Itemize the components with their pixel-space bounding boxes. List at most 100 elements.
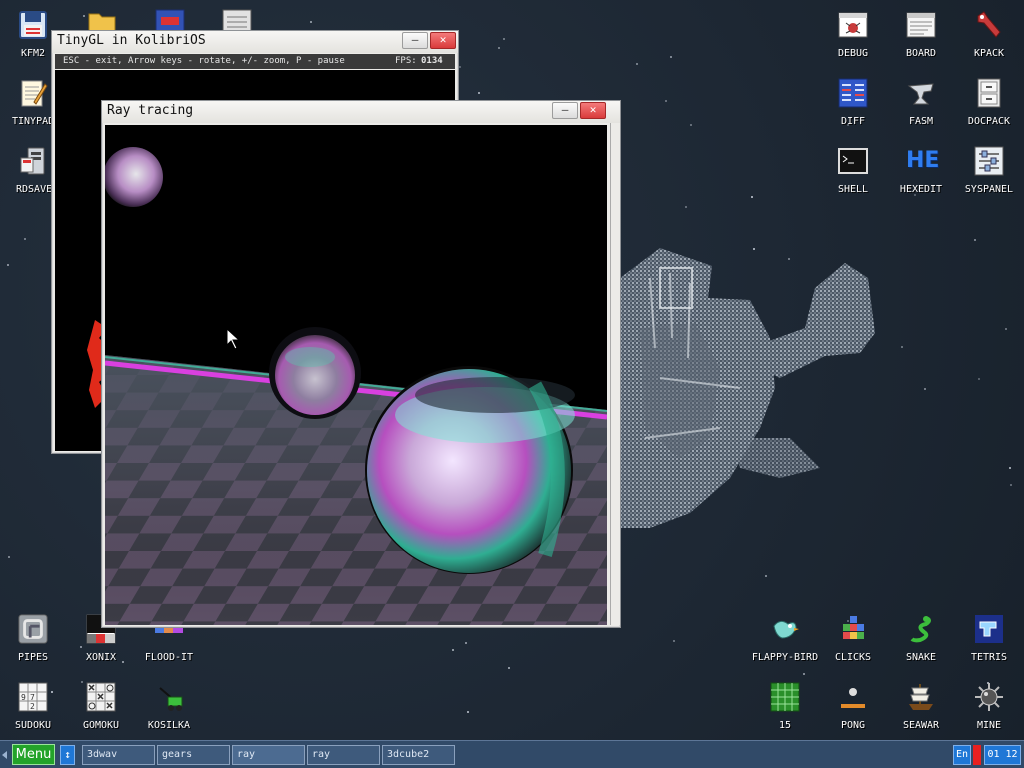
star [508, 667, 510, 669]
desktop-icon-kpack[interactable]: KPACK [957, 2, 1021, 68]
board-icon [906, 12, 936, 38]
fps-label: FPS: [395, 56, 417, 66]
rdsave-icon [20, 147, 45, 175]
mine-icon [975, 683, 1003, 711]
desktop-icon-seawar[interactable]: SEAWAR [889, 674, 953, 740]
fifteen-puzzle-icon [770, 682, 800, 712]
desktop-icon-snake[interactable]: SNAKE [889, 606, 953, 672]
star [465, 642, 467, 644]
tetris-icon [975, 615, 1003, 643]
desktop-icon-flappy-bird[interactable]: FLAPPY-BIRD [752, 606, 818, 672]
star [974, 239, 976, 241]
pipes-icon [18, 614, 48, 644]
star [478, 92, 480, 94]
star [1010, 484, 1012, 486]
star [1009, 467, 1011, 469]
desktop-icon-mine[interactable]: MINE [957, 674, 1021, 740]
taskbar-left-arrow-icon[interactable] [2, 751, 7, 759]
desktop-icon-label: DOCPACK [967, 116, 1011, 127]
desktop-icon-kosilka[interactable]: KOSILKA [137, 674, 201, 740]
task-button-gears[interactable]: gears [157, 745, 230, 765]
star [310, 21, 312, 23]
star [690, 124, 692, 126]
star [670, 56, 672, 58]
desktop-icon-diff[interactable]: DIFF [821, 70, 885, 136]
desktop-icon-syspanel[interactable]: SYSPANEL [957, 138, 1021, 204]
star [503, 38, 505, 40]
desktop-icon-label: KPACK [973, 48, 1005, 59]
taskbar: Menu ↕ 3dwav gears ray ray 3dcube2 En 01… [0, 740, 1024, 768]
desktop-icon-label: SYSPANEL [964, 184, 1014, 195]
pong-icon [841, 688, 865, 708]
shell-terminal-icon [838, 148, 868, 174]
star [7, 264, 9, 266]
star [901, 346, 903, 348]
desktop-icon-pipes[interactable]: PIPES [1, 606, 65, 672]
kpack-wrench-icon [977, 11, 1001, 38]
desktop-icon-clicks[interactable]: CLICKS [821, 606, 885, 672]
window-title: Ray tracing [107, 103, 194, 118]
star [924, 388, 926, 390]
hexedit-icon: HE [906, 148, 940, 173]
star [467, 711, 469, 713]
minimize-button[interactable]: — [552, 102, 578, 119]
desktop-icon-sudoku[interactable]: 972 SUDOKU [1, 674, 65, 740]
sudoku-digit: 9 [21, 693, 26, 702]
fasm-anvil-icon [907, 83, 934, 105]
clock[interactable]: 01 12 [984, 745, 1021, 765]
window-title: TinyGL in KolibriOS [57, 33, 206, 48]
task-button-ray-2[interactable]: ray [307, 745, 380, 765]
star [636, 63, 638, 65]
debug-icon [838, 12, 868, 38]
desktop-icon-docpack[interactable]: DOCPACK [957, 70, 1021, 136]
desktop-icon-tetris[interactable]: TETRIS [957, 606, 1021, 672]
language-indicator[interactable]: En [953, 745, 971, 765]
tinygl-statusbar: ESC - exit, Arrow keys - rotate, +/- zoo… [55, 54, 455, 69]
updown-arrows-icon: ↕ [64, 748, 71, 761]
sudoku-digit: 7 [30, 693, 35, 702]
desktop-icon-pong[interactable]: PONG [821, 674, 885, 740]
ray-canvas[interactable] [105, 125, 607, 625]
kfm2-floppy-icon [19, 11, 47, 39]
close-button[interactable]: ✕ [430, 32, 456, 49]
syspanel-sliders-icon [974, 146, 1004, 176]
switch-windows-button[interactable]: ↕ [60, 745, 75, 765]
sudoku-icon: 9 72 [18, 682, 48, 712]
star [498, 47, 500, 49]
flappy-bird-icon [773, 620, 799, 639]
task-button-3dcube2[interactable]: 3dcube2 [382, 745, 455, 765]
tinygl-titlebar[interactable]: TinyGL in KolibriOS — ✕ [52, 31, 458, 53]
star [673, 640, 675, 642]
task-button-ray[interactable]: ray [232, 745, 305, 765]
task-button-3dwav[interactable]: 3dwav [82, 745, 155, 765]
fps-value: 0134 [421, 56, 443, 66]
desktop-icon-hexedit[interactable]: HE HEXEDIT [889, 138, 953, 204]
star [459, 66, 461, 68]
desktop-icon-label: MINE [976, 720, 1002, 731]
desktop-icon-label: KOSILKA [147, 720, 191, 731]
star [452, 649, 454, 651]
treehouse-wallpaper [620, 248, 875, 528]
gomoku-icon [86, 682, 116, 712]
ray-titlebar[interactable]: Ray tracing — ✕ [102, 101, 620, 123]
close-button[interactable]: ✕ [580, 102, 606, 119]
desktop: KFM2 TINYPAD RDSAVE DEBUG BOARD KPACK DI… [0, 0, 1024, 740]
star [978, 378, 980, 380]
desktop-icon-fasm[interactable]: FASM [889, 70, 953, 136]
desktop-icon-gomoku[interactable]: GOMOKU [69, 674, 133, 740]
ray-right-strip [610, 123, 620, 625]
ray-tracing-window[interactable]: Ray tracing — ✕ [101, 100, 621, 628]
minimize-button[interactable]: — [402, 32, 428, 49]
desktop-icon-debug[interactable]: DEBUG [821, 2, 885, 68]
menu-button[interactable]: Menu [12, 744, 55, 765]
diff-icon [838, 78, 868, 108]
star [83, 15, 85, 17]
desktop-icon-label: FLOOD-IT [144, 652, 194, 663]
clock-minutes: 12 [1005, 749, 1018, 760]
desktop-icon-board[interactable]: BOARD [889, 2, 953, 68]
desktop-icon-shell[interactable]: SHELL [821, 138, 885, 204]
desktop-icon-15[interactable]: 15 [753, 674, 817, 740]
tinygl-help-text: ESC - exit, Arrow keys - rotate, +/- zoo… [63, 56, 345, 66]
tray-red-indicator [973, 745, 981, 765]
star [24, 238, 26, 240]
